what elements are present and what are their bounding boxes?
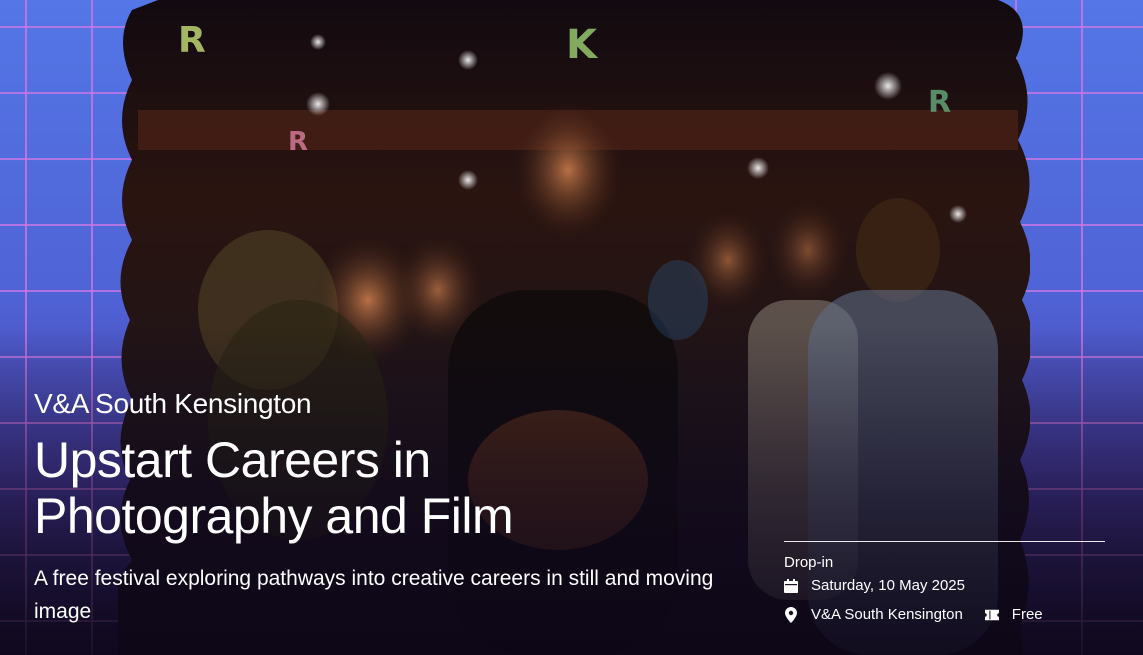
svg-text:R: R [288, 127, 308, 157]
event-price-group: Free [984, 606, 1043, 623]
ticket-icon [984, 607, 999, 623]
event-info: Drop-in Saturday, 10 May 2025 V&A South … [784, 541, 1105, 629]
event-location-row: V&A South Kensington Free [784, 600, 1105, 629]
event-subtitle: A free festival exploring pathways into … [34, 567, 714, 623]
svg-text:R: R [178, 20, 206, 61]
calendar-icon [784, 578, 798, 594]
event-location: V&A South Kensington [811, 606, 963, 623]
event-title: Upstart Careers in Photography and Film [34, 432, 514, 544]
location-pin-icon [784, 606, 798, 623]
event-price: Free [1011, 606, 1043, 623]
svg-text:K: K [566, 22, 599, 68]
event-type: Drop-in [784, 554, 834, 571]
svg-text:R: R [928, 85, 951, 120]
event-date: Saturday, 10 May 2025 [811, 577, 965, 594]
event-date-row: Saturday, 10 May 2025 [784, 571, 1105, 600]
venue-logo: V&A South Kensington [34, 388, 312, 419]
